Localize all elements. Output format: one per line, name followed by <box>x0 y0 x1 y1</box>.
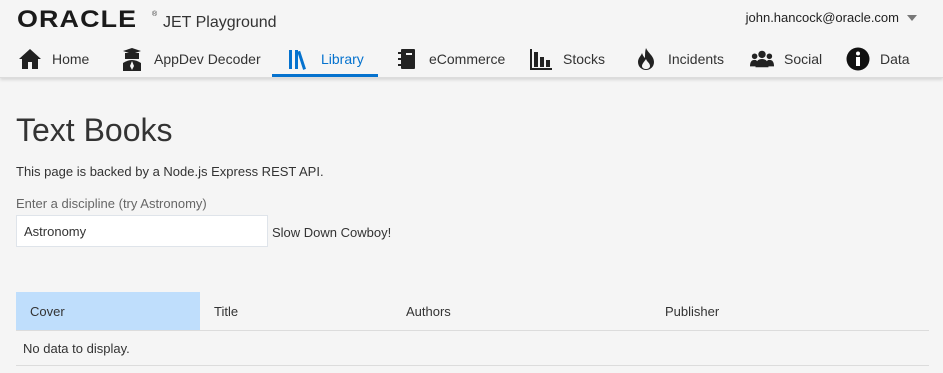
table-header: Cover Title Authors Publisher <box>16 292 929 331</box>
caret-down-icon <box>907 14 917 21</box>
nav-item-ecommerce[interactable]: eCommerce <box>378 40 515 77</box>
nav-item-appdev-decoder[interactable]: AppDev Decoder <box>105 40 272 77</box>
discipline-input[interactable] <box>16 215 268 247</box>
nav-item-library[interactable]: Library <box>272 40 378 77</box>
fire-icon <box>634 47 658 71</box>
home-icon <box>18 47 42 71</box>
column-header-publisher[interactable]: Publisher <box>651 292 929 330</box>
nav-item-home[interactable]: Home <box>0 40 105 77</box>
nav-label: Data <box>880 50 910 67</box>
nav-label: Incidents <box>668 50 725 67</box>
app-name: JET Playground <box>163 14 277 31</box>
library-icon <box>287 47 311 71</box>
main-nav: Home AppDev Decoder Library eCommerce St… <box>0 40 926 77</box>
status-message: Slow Down Cowboy! <box>272 225 392 240</box>
nav-item-incidents[interactable]: Incidents <box>621 40 738 77</box>
notebook-icon <box>395 47 419 71</box>
page-description: This page is backed by a Node.js Express… <box>16 164 324 179</box>
nav-item-stocks[interactable]: Stocks <box>515 40 621 77</box>
nav-label: AppDev Decoder <box>154 50 261 67</box>
nav-label: Social <box>784 50 823 67</box>
nav-label: Home <box>52 50 90 67</box>
oracle-logo: ORACLE <box>17 6 138 33</box>
nav-label: Library <box>321 50 364 67</box>
nav-item-data[interactable]: Data <box>836 40 926 77</box>
user-menu[interactable]: john.hancock@oracle.com <box>746 10 917 25</box>
empty-table-message: No data to display. <box>16 331 929 366</box>
info-icon <box>846 47 870 71</box>
books-table: Cover Title Authors Publisher No data to… <box>16 292 929 366</box>
app-header: ORACLE ® JET Playground john.hancock@ora… <box>0 0 943 78</box>
people-icon <box>750 47 774 71</box>
trademark-symbol: ® <box>152 11 158 18</box>
discipline-label: Enter a discipline (try Astronomy) <box>16 196 207 211</box>
bar-chart-icon <box>529 47 553 71</box>
user-name: john.hancock@oracle.com <box>745 10 899 25</box>
column-header-cover[interactable]: Cover <box>16 292 200 330</box>
column-header-title[interactable]: Title <box>200 292 392 330</box>
brand: ORACLE ® JET Playground <box>17 6 277 33</box>
nav-label: eCommerce <box>429 50 506 67</box>
nav-item-social[interactable]: Social <box>738 40 836 77</box>
page-title: Text Books <box>16 112 173 148</box>
graduate-icon <box>120 47 144 71</box>
column-header-authors[interactable]: Authors <box>392 292 651 330</box>
nav-label: Stocks <box>563 50 606 67</box>
